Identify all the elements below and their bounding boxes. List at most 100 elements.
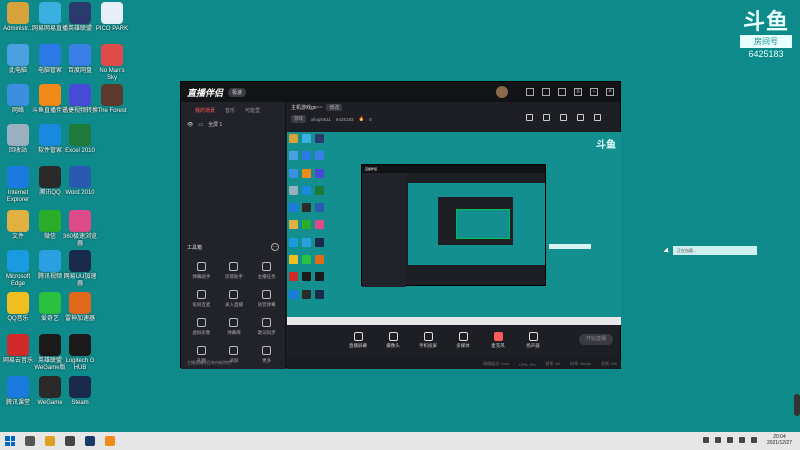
desktop-icon[interactable]: PICO PARK [94,2,130,33]
tab-music[interactable]: 音乐 [225,107,235,114]
source-control[interactable]: 多媒体 [452,331,474,349]
left-panel: 我的场景 音乐 可能里 👁 ▭ 全屏 1 工具箱 ··· 弹幕助手 房管助手 主播任… [181,102,286,369]
desktop-icon-label: Excel 2010 [65,148,95,154]
close-icon[interactable]: × [606,88,614,96]
room-label: 房间号 [740,35,792,48]
desktop-icon[interactable]: Internet Explorer [0,166,36,204]
tab-other[interactable]: 可能里 [245,107,260,114]
preview-taskbar [287,317,621,325]
desktop-icon[interactable]: Excel 2010 [62,124,98,155]
ime-icon[interactable] [750,437,757,443]
desktop-icon[interactable]: Microsoft Edge [0,250,36,288]
tool-icon [262,318,272,327]
tool-item[interactable]: 弹幕助手 [185,262,218,280]
desktop-icon[interactable]: Steam [62,376,98,407]
source-control[interactable]: 扬声器 [522,331,544,349]
tab-scenes[interactable]: 我的场景 [195,107,215,114]
scene-item[interactable]: 👁 ▭ 全屏 1 [187,121,285,129]
desktop-icon[interactable]: The Forest [94,84,130,115]
desktop-icon-label: 雷神加速器 [64,316,95,322]
source-control[interactable]: 手机投屏 [417,331,439,349]
tool-icon [229,262,239,271]
lock-icon[interactable] [526,114,533,121]
tray-icon[interactable] [714,437,721,443]
source-control[interactable]: 摄像头 [382,331,404,349]
tool-item[interactable]: 弹幕库 [218,318,251,336]
desktop-icon[interactable]: 此电脑 [0,44,36,75]
tray-icon[interactable] [702,437,709,443]
app-icon [69,166,91,188]
app-icon [7,84,29,106]
eye-icon[interactable]: 👁 [187,122,193,128]
douyu-icon[interactable] [105,436,115,446]
version-badge[interactable]: 极速 [228,87,247,97]
volume-icon[interactable] [738,437,745,443]
menu-icon[interactable]: ≡ [574,88,582,96]
desktop-icon[interactable]: QQ音乐 [0,292,36,323]
desktop-icon[interactable]: Administr... [0,2,36,33]
bell-icon[interactable] [577,114,584,121]
tool-item[interactable]: 语音弹幕 [250,290,283,308]
app-icon [69,84,91,106]
game-icon[interactable] [65,436,75,446]
start-live-button[interactable]: 开始直播 [579,334,613,345]
footer-tip[interactable]: 主播直播伴侣有何新特性 [187,360,231,366]
tool-item[interactable]: 房管助手 [218,262,251,280]
skin-icon[interactable] [526,88,534,96]
preview-desktop-icon [302,151,311,161]
steam-icon[interactable] [85,436,95,446]
desktop-icon[interactable]: 网络 [0,84,36,115]
network-icon[interactable] [726,437,733,443]
share-icon[interactable] [543,114,550,121]
more-tools-icon[interactable]: ··· [271,243,279,251]
desktop-icon[interactable]: 网易UU加速器 [62,250,98,288]
desktop-icon[interactable]: 网易云音乐 [0,334,36,365]
desktop-icon[interactable]: 360极速浏览器 [62,210,98,248]
edit-title-button[interactable]: 修改 [326,104,343,111]
clock[interactable]: 20:04 2021/12/27 [767,434,792,446]
task-view-icon[interactable] [25,436,35,446]
desktop-icon-label: 英雄联盟 [67,26,92,32]
settings-icon[interactable] [558,88,566,96]
desktop-icon[interactable]: 雷神加速器 [62,292,98,323]
username: xihuji0611 [311,116,331,122]
start-button[interactable] [5,436,15,446]
desktop-icon-label: 网易云音乐 [2,358,33,364]
avatar[interactable] [496,86,508,98]
desktop-icon[interactable]: Word 2010 [62,166,98,197]
desktop-icon[interactable]: 文件 [0,210,36,241]
tool-item[interactable]: 主播任务 [250,262,283,280]
room-title-row: 主机游戏go~~ 修改 [287,102,621,113]
desktop-icon[interactable]: Logitech G HUB [62,334,98,372]
preview-nested-window: 直播伴侣 [361,164,546,287]
mail-icon[interactable] [542,88,550,96]
tool-item[interactable]: 录入直播 [218,290,251,308]
control-icon [353,331,363,341]
tool-label: 更多 [262,358,272,363]
tool-item[interactable]: 虚拟形象 [185,318,218,336]
gift-icon[interactable] [560,114,567,121]
desktop-icon[interactable]: 百度网盘 [62,44,98,75]
source-control[interactable]: 直播屏幕 [347,331,369,349]
desktop-icon[interactable]: No Man's Sky [94,44,130,82]
scrollbar[interactable] [794,394,800,416]
room-title[interactable]: 主机游戏go~~ [291,104,322,111]
window-icon[interactable] [594,114,601,121]
app-icon [39,44,61,66]
desktop-icon-label: QQ音乐 [7,316,29,322]
desktop-icon[interactable]: 英雄联盟 [62,2,98,33]
preview-desktop-icon [302,168,311,178]
live-preview[interactable]: 斗鱼 直播伴侣 [287,132,621,325]
desktop-icon-label: Logitech G HUB [65,358,95,371]
chrome-icon[interactable] [45,436,55,446]
source-control[interactable]: 麦克风 [487,331,509,349]
desktop-icon[interactable]: 腾讯课堂 [0,376,36,407]
desktop-icon[interactable]: 迅捷视频转换 [62,84,98,115]
tool-item[interactable]: 歌词同步 [250,318,283,336]
category-pill[interactable]: 游戏 [291,115,306,123]
tool-item[interactable]: 更多 [250,346,283,364]
tool-item[interactable]: 投屏连麦 [185,290,218,308]
minimize-icon[interactable]: − [590,88,598,96]
desktop-icon[interactable]: 回收站 [0,124,36,155]
app-icon [39,124,61,146]
